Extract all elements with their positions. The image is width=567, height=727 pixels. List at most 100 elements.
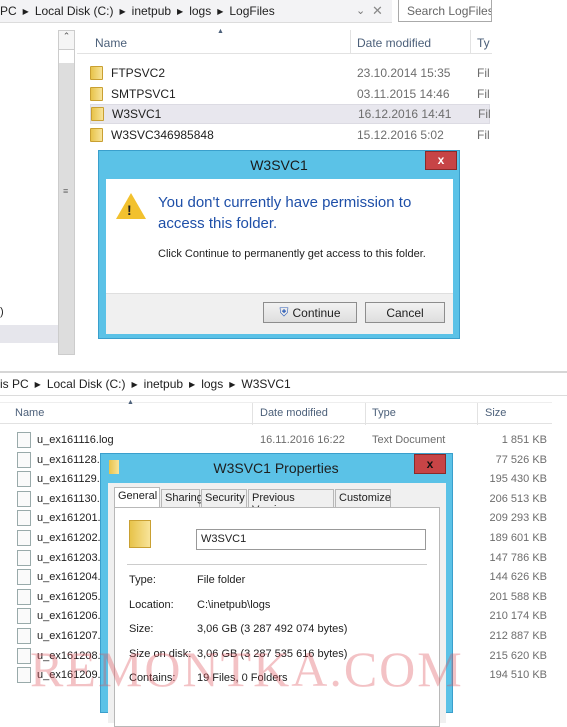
row-date: 15.12.2016 5:02	[357, 127, 444, 142]
address-bar[interactable]: PC ▶ Local Disk (C:) ▶ inetpub ▶ logs ▶ LogFiles	[0, 0, 392, 23]
breadcrumb-separator-icon: ▶	[131, 379, 138, 389]
tab-customize[interactable]: Customize	[335, 489, 391, 507]
continue-button[interactable]: ⛨ Continue	[263, 302, 357, 323]
property-row: Location: C:\inetpub\logs	[129, 598, 270, 611]
folder-row[interactable]: W3SVC1 16.12.2016 14:41 Fil	[90, 104, 491, 124]
column-date[interactable]: Date modified	[260, 407, 328, 419]
text-file-icon	[17, 608, 31, 625]
folder-icon	[90, 66, 103, 80]
column-type[interactable]: Ty	[477, 36, 490, 50]
breadcrumb-item[interactable]: logs	[189, 4, 211, 18]
row-size: 77 526 KB	[495, 453, 547, 466]
breadcrumb-item[interactable]: logs	[201, 377, 223, 391]
sort-arrow-icon: ▲	[127, 399, 134, 406]
row-size: 189 601 KB	[489, 532, 548, 544]
cancel-button[interactable]: Cancel	[365, 302, 445, 323]
row-type: Fil	[477, 127, 490, 142]
row-type: Fil	[477, 66, 490, 80]
tab-sharing[interactable]: Sharing	[161, 489, 203, 507]
breadcrumb-separator-icon: ▶	[189, 379, 196, 389]
property-label: Type:	[129, 574, 156, 586]
address-bar-bottom[interactable]: is PC ▶ Local Disk (C:) ▶ inetpub ▶ logs ▶ W3SVC…	[0, 373, 567, 396]
property-label: Size:	[129, 623, 154, 635]
column-date[interactable]: Date modified	[357, 36, 431, 50]
row-name: u_ex161128.lo	[37, 453, 109, 466]
row-name: u_ex161203.lo	[37, 551, 110, 564]
text-file-icon	[17, 451, 31, 468]
breadcrumb-item[interactable]: is PC	[0, 377, 29, 391]
row-type: Fil	[477, 86, 490, 101]
file-row[interactable]: u_ex161116.log 16.11.2016 16:22 Text Doc…	[17, 430, 547, 450]
breadcrumb-item[interactable]: LogFiles	[229, 4, 274, 18]
scroll-up-icon[interactable]: ⌃	[59, 31, 74, 49]
row-size: 194 510 KB	[489, 669, 548, 682]
row-date: 23.10.2014 15:35	[357, 66, 451, 80]
breadcrumb-separator-icon: ▶	[217, 6, 224, 16]
breadcrumb-separator-icon: ▶	[229, 379, 236, 389]
column-type[interactable]: Type	[372, 407, 396, 419]
property-label: Location:	[129, 598, 174, 611]
scrollbar[interactable]: ⌃ ≡	[58, 30, 75, 355]
row-name: u_ex161130.lo	[37, 492, 109, 505]
text-file-icon	[17, 471, 31, 488]
breadcrumb-separator-icon: ▶	[22, 6, 29, 16]
folder-icon	[90, 127, 103, 142]
row-size: 209 293 KB	[489, 512, 548, 525]
row-name: u_ex161206.lo	[37, 610, 110, 623]
chevron-down-icon[interactable]: ⌄	[356, 4, 365, 17]
row-date: 16.11.2016 16:22	[260, 434, 345, 446]
folder-name-input[interactable]: W3SVC1	[196, 529, 426, 550]
text-file-icon	[17, 490, 31, 507]
permission-dialog: W3SVC1 x ! You don't currently have perm…	[98, 150, 460, 339]
column-name[interactable]: Name	[95, 36, 127, 50]
row-size: 1 851 KB	[501, 434, 547, 446]
row-size: 201 588 KB	[489, 590, 548, 603]
dialog-heading: You don't currently have permission to a…	[158, 194, 412, 232]
row-name: u_ex161201.lo	[37, 512, 110, 525]
text-file-icon	[17, 588, 31, 605]
property-row: Type: File folder	[129, 574, 245, 586]
nav-item-fragment[interactable]: )	[0, 306, 4, 318]
folder-row[interactable]: SMTPSVC1 03.11.2015 14:46 Fil	[90, 84, 490, 104]
column-name[interactable]: Name	[15, 407, 44, 419]
clear-address-icon[interactable]: ✕	[372, 3, 383, 19]
breadcrumb-item[interactable]: inetpub	[132, 4, 171, 18]
dialog-message: Click Continue to permanently get access…	[158, 248, 426, 260]
row-size: 144 626 KB	[489, 571, 548, 584]
row-date: 03.11.2015 14:46	[357, 86, 450, 101]
watermark: REMONTKA.COM	[30, 641, 464, 697]
breadcrumb-item[interactable]: Local Disk (C:)	[47, 377, 126, 391]
row-type: Fil	[478, 107, 491, 121]
property-row: Size: 3,06 GB (3 287 492 074 bytes)	[129, 623, 347, 635]
tab-general[interactable]: General	[114, 487, 160, 508]
search-input[interactable]: Search LogFiles	[398, 0, 492, 22]
row-size: 195 430 KB	[489, 473, 548, 486]
row-size: 206 513 KB	[489, 492, 548, 505]
text-file-icon	[17, 549, 31, 566]
breadcrumb-separator-icon: ▶	[34, 379, 41, 389]
folder-row[interactable]: FTPSVC2 23.10.2014 15:35 Fil	[90, 63, 490, 83]
text-file-icon	[17, 628, 31, 644]
breadcrumb-item[interactable]: Local Disk (C:)	[35, 4, 114, 18]
row-name: u_ex161204.lo	[37, 571, 110, 584]
dialog-title: W3SVC1 Properties	[213, 460, 339, 476]
folder-row[interactable]: W3SVC346985848 15.12.2016 5:02 Fil	[90, 125, 490, 145]
tab-previous-versions[interactable]: Previous Versions	[248, 489, 334, 516]
property-value: C:\inetpub\logs	[197, 598, 271, 611]
breadcrumb-item[interactable]: inetpub	[144, 377, 183, 391]
row-name: SMTPSVC1	[111, 86, 176, 101]
row-name: W3SVC346985848	[111, 127, 214, 142]
column-size[interactable]: Size	[485, 407, 506, 419]
row-name: FTPSVC2	[111, 66, 166, 80]
breadcrumb-item[interactable]: PC	[0, 4, 17, 18]
folder-icon-large	[129, 520, 151, 548]
column-header: ▲ Name Date modified Ty	[77, 28, 492, 54]
breadcrumb-item[interactable]: W3SVC1	[241, 377, 290, 391]
nav-item-selected[interactable]	[0, 325, 58, 343]
close-button[interactable]: x	[425, 151, 457, 170]
row-size: 215 620 KB	[489, 649, 548, 662]
tab-security[interactable]: Security	[201, 489, 247, 507]
row-name: u_ex161205.lo	[37, 590, 110, 603]
row-name: u_ex161202.lo	[37, 532, 110, 544]
close-button[interactable]: x	[414, 454, 446, 474]
